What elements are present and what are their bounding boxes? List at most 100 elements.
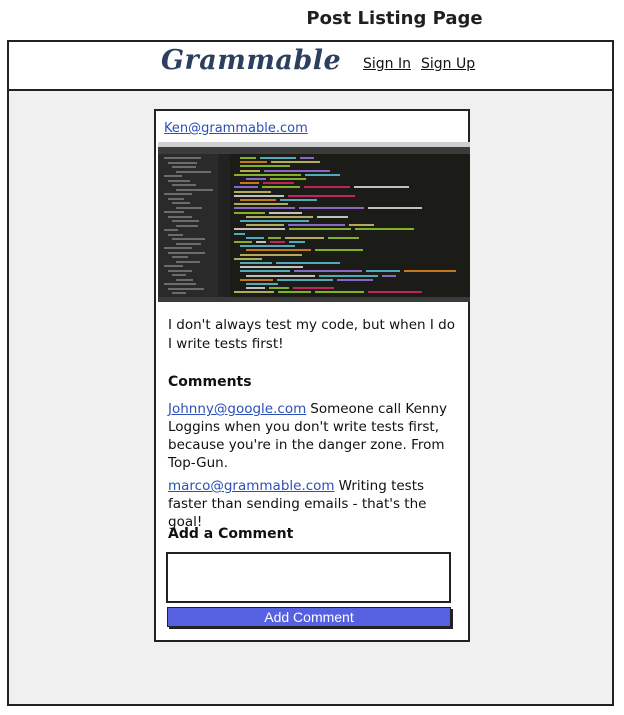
image-code-line: [234, 194, 284, 197]
image-code-line: [294, 270, 362, 273]
image-file-entry: [172, 274, 186, 276]
image-code-line: [246, 287, 265, 290]
image-file-entry: [164, 193, 192, 195]
image-file-entry: [164, 229, 178, 231]
image-code-line: [355, 228, 414, 231]
image-code-line: [289, 241, 305, 243]
image-code-line: [285, 236, 324, 239]
image-file-entry: [168, 269, 192, 272]
image-code-line: [368, 291, 422, 294]
post-caption: I don't always test my code, but when I …: [168, 317, 455, 352]
image-file-entry: [176, 188, 213, 191]
image-code-line: [240, 182, 259, 185]
image-file-entry: [164, 265, 183, 267]
post-card: Ken@grammable.com I don't always test my…: [154, 109, 470, 642]
image-code-line: [277, 278, 333, 281]
image-file-entry: [172, 292, 186, 294]
image-file-entry: [176, 242, 201, 245]
image-code-line: [246, 224, 284, 227]
image-code-line: [278, 291, 311, 294]
image-code-line: [337, 278, 373, 281]
image-file-entry: [176, 170, 211, 173]
image-code-line: [240, 253, 302, 256]
image-code-line: [234, 207, 295, 210]
comment-input[interactable]: [166, 552, 451, 603]
comment-item: Johnny@google.com Someone call Kenny Logg…: [168, 400, 460, 472]
image-code-line: [293, 287, 334, 290]
image-code-line: [246, 249, 311, 252]
image-code-line: [234, 190, 271, 193]
browser-frame: Grammable Sign In Sign Up Ken@grammable.…: [7, 40, 614, 706]
image-code-line: [234, 203, 288, 206]
comment-author-link[interactable]: marco@grammable.com: [168, 478, 335, 494]
image-editor-tabs: [158, 147, 470, 154]
image-code-line: [263, 182, 294, 185]
image-code-line: [240, 266, 303, 269]
image-file-entry: [168, 287, 204, 290]
image-code-line: [315, 291, 364, 294]
image-code-line: [256, 241, 266, 243]
image-code-line: [349, 224, 374, 227]
image-code-line: [305, 173, 340, 176]
image-code-line: [246, 274, 315, 277]
image-code-line: [234, 241, 252, 243]
image-code-line: [262, 186, 300, 189]
image-file-entry: [164, 247, 192, 249]
image-code-line: [270, 241, 285, 243]
image-code-line: [240, 245, 295, 248]
image-file-tree: [158, 154, 218, 302]
image-file-entry: [176, 224, 198, 227]
image-code-line: [288, 224, 345, 227]
image-code-line: [234, 173, 301, 176]
image-code-line: [246, 236, 264, 239]
navbar: Grammable Sign In Sign Up: [9, 42, 612, 91]
logo[interactable]: Grammable: [161, 45, 341, 76]
image-code-line: [288, 194, 355, 197]
image-code-line: [271, 161, 320, 164]
image-code-line: [240, 220, 309, 222]
image-code-line: [382, 274, 396, 277]
image-code-line: [234, 257, 262, 260]
image-file-entry: [172, 166, 196, 168]
image-file-entry: [172, 256, 188, 258]
image-line-gutter: [218, 154, 230, 302]
image-file-entry: [164, 157, 201, 159]
image-code-line: [300, 157, 314, 159]
image-file-entry: [168, 233, 183, 236]
image-code-line: [328, 236, 359, 239]
image-code-line: [304, 186, 350, 189]
image-code-line: [299, 207, 364, 210]
image-code-line: [240, 270, 290, 273]
image-code-line: [270, 178, 306, 180]
image-file-entry: [176, 206, 202, 209]
image-file-entry: [168, 197, 184, 200]
add-comment-button[interactable]: Add Comment: [167, 607, 451, 627]
image-file-entry: [168, 215, 192, 218]
comments-heading: Comments: [168, 374, 252, 390]
image-code-line: [268, 236, 281, 239]
image-code-line: [240, 199, 276, 201]
image-code-line: [317, 215, 348, 218]
post-author-link[interactable]: Ken@grammable.com: [164, 121, 308, 136]
image-code-line: [269, 211, 302, 214]
image-code-line: [234, 228, 285, 231]
comment-author-link[interactable]: Johnny@google.com: [168, 401, 306, 417]
add-comment-heading: Add a Comment: [168, 526, 294, 542]
image-code-line: [366, 270, 400, 273]
image-code-line: [246, 178, 266, 180]
image-code-line: [234, 211, 265, 214]
image-code-line: [240, 165, 290, 168]
image-file-entry: [172, 184, 196, 186]
image-code-line: [246, 283, 278, 285]
image-file-entry: [168, 179, 190, 182]
image-file-entry: [172, 220, 199, 222]
sign-up-link[interactable]: Sign Up: [421, 56, 475, 72]
image-file-entry: [164, 211, 184, 213]
image-code-line: [289, 228, 351, 231]
image-code-line: [260, 157, 296, 159]
image-statusbar: [158, 297, 470, 302]
sign-in-link[interactable]: Sign In: [363, 56, 411, 72]
image-code-line: [240, 262, 272, 264]
image-code-line: [234, 186, 258, 189]
image-code-line: [246, 215, 313, 218]
